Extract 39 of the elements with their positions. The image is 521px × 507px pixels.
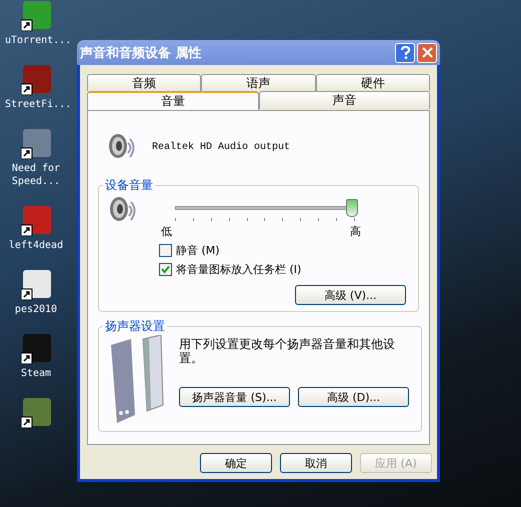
shortcut-icon[interactable] <box>21 206 51 236</box>
shortcut-label[interactable]: left4dead <box>5 239 67 252</box>
help-button[interactable] <box>395 42 415 62</box>
window-title: 声音和音频设备 属性 <box>80 44 202 62</box>
checkbox-label: 静音 (M) <box>176 243 220 258</box>
shortcut-label[interactable]: pes2010 <box>5 303 67 316</box>
tab[interactable]: 硬件 <box>316 74 430 91</box>
tab[interactable]: 音量 <box>87 91 258 110</box>
slider-thumb[interactable] <box>346 199 358 217</box>
checkbox-label: 将音量图标放入任务栏 (I) <box>176 262 302 277</box>
tab[interactable]: 声音 <box>258 91 430 109</box>
high-label: 高 <box>350 224 361 239</box>
checkbox[interactable] <box>159 263 172 276</box>
shortcut-icon[interactable] <box>21 398 51 428</box>
dialog-button[interactable]: 高级 (D)... <box>298 387 409 407</box>
shortcut-label[interactable]: Need for Speed... <box>5 162 67 188</box>
close-button[interactable] <box>417 42 437 62</box>
shortcut-label[interactable]: Steam <box>5 367 67 380</box>
low-label: 低 <box>161 224 172 239</box>
shortcut-label[interactable]: uTorrent... <box>5 34 67 47</box>
dialog-button[interactable]: 取消 <box>280 453 352 473</box>
close-icon <box>422 47 432 58</box>
device-name: Realtek HD Audio output <box>152 142 290 152</box>
description-text: 用下列设置更改每个扬声器音量和其他设置。 <box>179 337 396 365</box>
advanced-button[interactable]: 高级 (V)... <box>295 285 406 305</box>
tab[interactable]: 语声 <box>201 74 316 91</box>
shortcut-icon[interactable] <box>21 129 51 159</box>
group-title: 设备音量 <box>104 177 154 194</box>
tab[interactable]: 音频 <box>87 74 202 91</box>
dialog-button[interactable]: 扬声器音量 (S)... <box>179 387 290 407</box>
group-title: 扬声器设置 <box>104 318 166 335</box>
shortcut-icon[interactable] <box>21 1 51 31</box>
shortcut-label[interactable]: StreetFi... <box>5 98 67 111</box>
question-mark-icon <box>400 46 410 59</box>
shortcut-icon[interactable] <box>21 334 51 364</box>
checkbox[interactable] <box>159 244 172 257</box>
dialog-button[interactable]: 确定 <box>200 453 272 473</box>
shortcut-icon[interactable] <box>21 270 51 300</box>
shortcut-icon[interactable] <box>21 65 51 95</box>
